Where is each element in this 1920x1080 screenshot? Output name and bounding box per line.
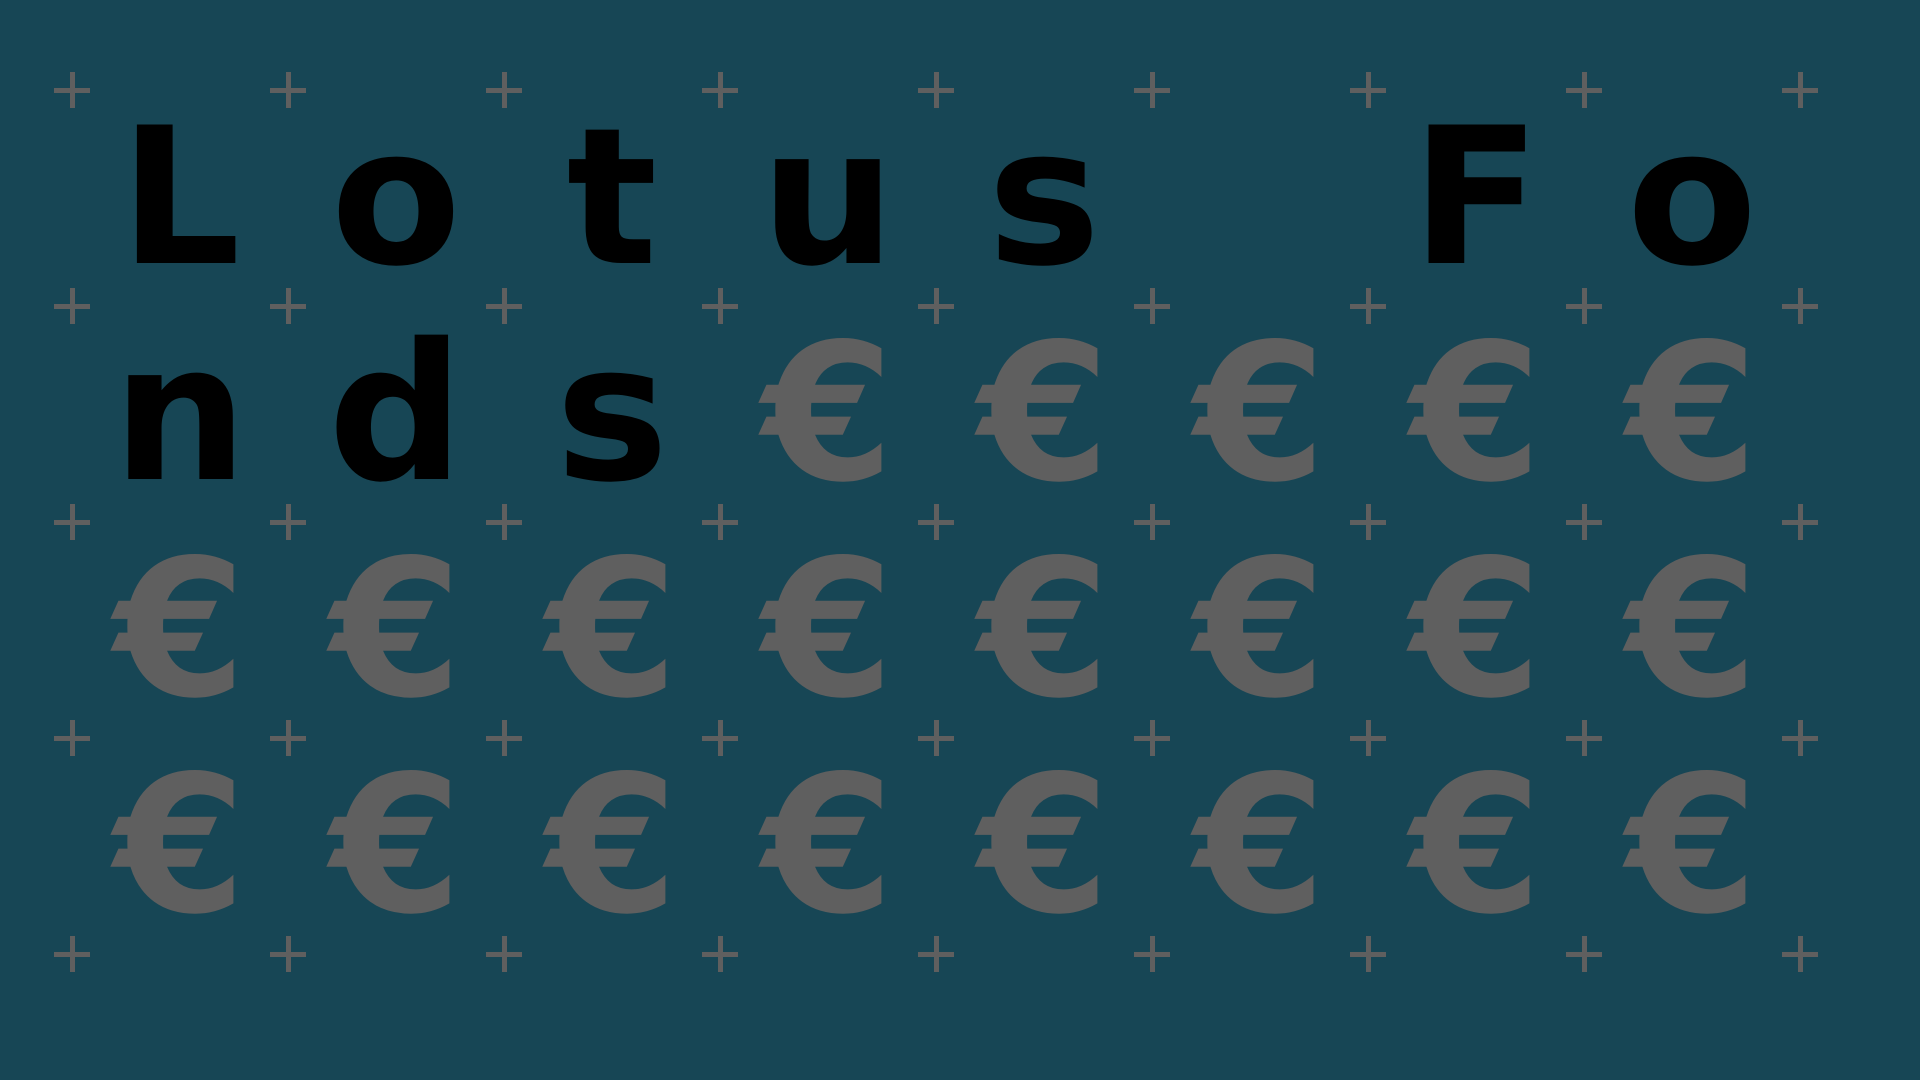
euro-icon: € — [761, 519, 895, 740]
title-letter: t — [566, 87, 658, 308]
title-letter: s — [555, 303, 669, 524]
euro-icon: € — [761, 735, 895, 956]
euro-icon: € — [1193, 735, 1327, 956]
euro-icon: € — [1625, 735, 1759, 956]
title-letter: s — [987, 87, 1101, 308]
title-letter: u — [760, 87, 896, 308]
title-letter: o — [330, 87, 462, 308]
title-letter — [1152, 90, 1368, 306]
euro-icon: € — [1625, 519, 1759, 740]
euro-icon: € — [545, 735, 679, 956]
title-letter: d — [327, 303, 464, 524]
euro-icon: € — [329, 519, 463, 740]
euro-icon: € — [1409, 519, 1543, 740]
title-letter: n — [112, 303, 248, 524]
euro-icon: € — [1193, 519, 1327, 740]
euro-icon: € — [1409, 735, 1543, 956]
euro-icon: € — [1409, 303, 1543, 524]
euro-icon: € — [761, 303, 895, 524]
euro-icon: € — [977, 519, 1111, 740]
euro-icon: € — [545, 519, 679, 740]
euro-icon: € — [977, 735, 1111, 956]
euro-icon: € — [1625, 303, 1759, 524]
euro-icon: € — [113, 519, 247, 740]
title-letter: L — [119, 87, 241, 308]
title-letter: o — [1626, 87, 1758, 308]
euro-icon: € — [1193, 303, 1327, 524]
euro-icon: € — [113, 735, 247, 956]
title-letter: F — [1411, 87, 1541, 308]
poster-canvas: Lotus Fo n d s € € € € € € € € € € € € € € € € € € € € € — [0, 0, 1920, 1080]
euro-icon: € — [977, 303, 1111, 524]
euro-icon: € — [329, 735, 463, 956]
